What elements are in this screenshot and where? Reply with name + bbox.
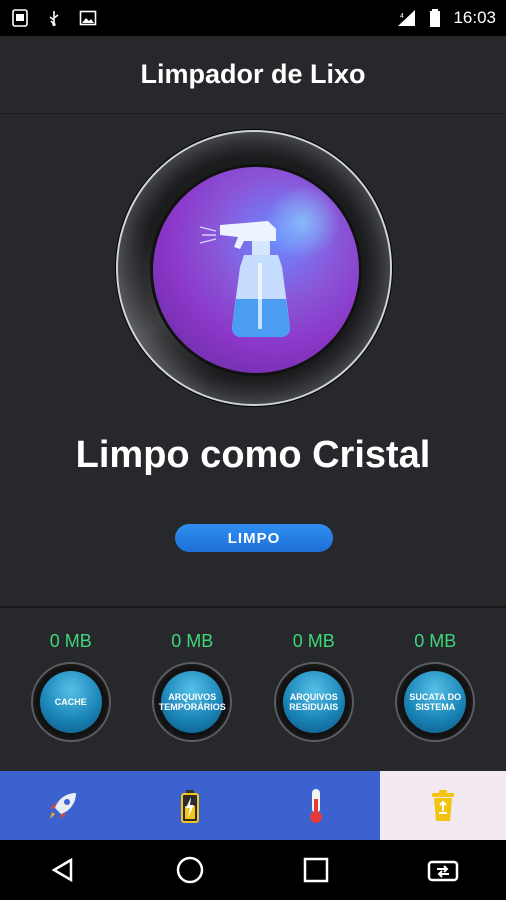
app-screen: Limpador de Lixo Limpo como Cristal LIMP… xyxy=(0,36,506,771)
image-icon xyxy=(78,8,98,28)
title-bar: Limpador de Lixo xyxy=(0,36,506,114)
category-size: 0 MB xyxy=(49,631,92,651)
nav-cpu-cooler[interactable] xyxy=(253,771,380,840)
clean-status-dial[interactable] xyxy=(116,130,392,406)
system-junk-button[interactable]: SUCATA DO SISTEMA xyxy=(395,662,476,742)
status-headline: Limpo como Cristal xyxy=(75,434,431,476)
nav-battery[interactable] xyxy=(126,771,253,840)
category-temp-files: 0 MB ARQUIVOS TEMPORÁRIOS xyxy=(142,631,242,742)
category-label: SUCATA DO SISTEMA xyxy=(404,671,467,733)
recycle-bin-icon xyxy=(431,789,454,821)
category-size: 0 MB xyxy=(414,631,457,651)
category-size: 0 MB xyxy=(292,631,335,651)
category-residual-files: 0 MB ARQUIVOS RESIDUAIS xyxy=(264,631,364,742)
category-size: 0 MB xyxy=(171,631,214,651)
recents-button[interactable] xyxy=(296,850,336,890)
battery-charging-icon xyxy=(180,789,199,823)
thermometer-icon xyxy=(310,788,323,823)
page-title: Limpador de Lixo xyxy=(140,59,366,89)
cache-button[interactable]: CACHE xyxy=(30,662,111,742)
temp-files-button[interactable]: ARQUIVOS TEMPORÁRIOS xyxy=(152,662,233,742)
sim-card-icon xyxy=(10,8,30,28)
status-time: 16:03 xyxy=(453,8,496,27)
spray-bottle-icon xyxy=(199,221,290,337)
hero-section: Limpo como Cristal LIMPO xyxy=(0,114,506,604)
svg-text:4: 4 xyxy=(400,13,404,20)
category-label: CACHE xyxy=(39,671,102,733)
nav-junk-cleaner[interactable] xyxy=(379,771,506,840)
home-button[interactable] xyxy=(170,850,210,890)
category-system-junk: 0 MB SUCATA DO SISTEMA xyxy=(385,631,485,742)
back-button[interactable] xyxy=(43,850,83,890)
category-label: ARQUIVOS TEMPORÁRIOS xyxy=(159,671,226,733)
nav-boost[interactable] xyxy=(0,771,127,840)
recents-icon xyxy=(304,857,329,883)
usb-icon xyxy=(44,8,64,28)
category-cache: 0 MB CACHE xyxy=(21,631,121,742)
rocket-icon xyxy=(50,792,77,819)
back-icon xyxy=(51,857,73,883)
switch-app-icon xyxy=(427,860,458,882)
section-divider xyxy=(0,606,506,608)
home-icon xyxy=(176,856,203,884)
system-navigation-bar xyxy=(0,840,506,900)
residual-files-button[interactable]: ARQUIVOS RESIDUAIS xyxy=(273,662,354,742)
signal-icon: 4 xyxy=(397,8,417,28)
junk-categories: 0 MB CACHE 0 MB ARQUIVOS TEMPORÁRIOS 0 M… xyxy=(0,631,506,742)
bottom-nav xyxy=(0,771,506,840)
status-badge: LIMPO xyxy=(175,524,333,552)
status-bar: 4 16:03 xyxy=(0,0,506,36)
status-orb xyxy=(153,167,359,373)
battery-icon xyxy=(425,8,445,28)
category-label: ARQUIVOS RESIDUAIS xyxy=(282,671,345,733)
switch-app-button[interactable] xyxy=(423,850,463,890)
